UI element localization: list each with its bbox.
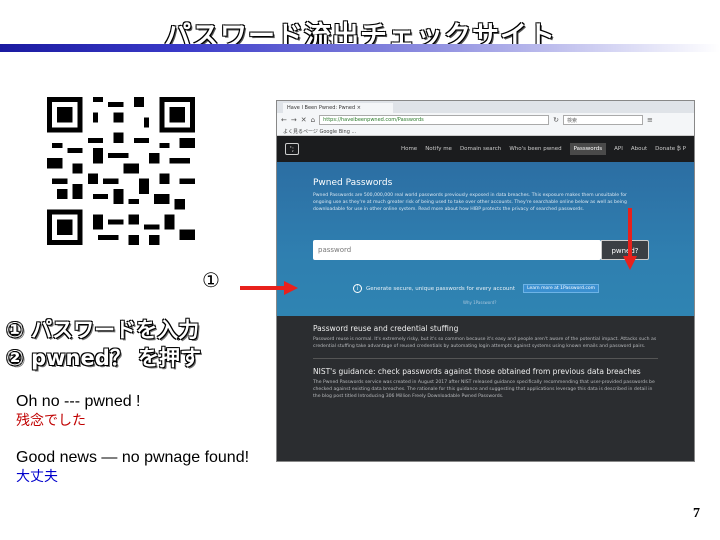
nav-link-domain-search[interactable]: Domain search [460, 146, 501, 152]
result-safe-jp: 大丈夫 [16, 468, 58, 484]
browser-search-input[interactable]: 検索 [562, 115, 643, 125]
site-nav-links: Home Notify me Domain search Who's been … [401, 143, 686, 155]
step-marker-1: ① [202, 268, 220, 292]
arrow-to-password-input [240, 281, 298, 295]
close-icon[interactable]: ✕ [301, 116, 307, 124]
nav-link-passwords[interactable]: Passwords [569, 143, 607, 155]
nav-link-whos-been-pwned[interactable]: Who's been pwned [509, 146, 561, 152]
result-pwned-jp: 残念でした [16, 412, 86, 428]
result-pwned-en: Oh no --- pwned ! [16, 393, 141, 410]
hero-heading: Pwned Passwords [313, 178, 393, 188]
home-icon[interactable]: ⌂ [311, 116, 315, 124]
section-body: The Pwned Passwords service was created … [313, 380, 655, 399]
arrow-to-pwned-button [623, 208, 637, 270]
title-underline [0, 44, 720, 52]
section-heading: Password reuse and credential stuffing [313, 324, 459, 333]
step-2: ② pwned？ を押す [6, 346, 202, 370]
generate-text: Generate secure, unique passwords for ev… [366, 285, 516, 292]
refresh-icon[interactable]: ↻ [553, 116, 559, 124]
learn-more-button[interactable]: Learn more at 1Password.com [523, 284, 600, 293]
section-body: Password reuse is normal. It's extremely… [313, 337, 657, 349]
browser-tab[interactable]: Have I Been Pwned: Pwned × [283, 103, 393, 113]
nav-link-api[interactable]: API [614, 146, 623, 152]
section-heading: NIST's guidance: check passwords against… [313, 367, 641, 376]
browser-tab-bar: Have I Been Pwned: Pwned × [277, 101, 694, 113]
content-section: Password reuse and credential stuffing P… [277, 316, 694, 358]
qr-code [47, 97, 195, 245]
instruction-steps: ① パスワードを入力 ② pwned？ を押す [6, 316, 201, 372]
result-safe-en: Good news — no pwnage found! [16, 449, 250, 466]
password-input[interactable]: password [313, 240, 601, 260]
site-logo-icon[interactable]: '; [285, 143, 299, 155]
site-nav: '; Home Notify me Domain search Who's be… [277, 136, 694, 162]
browser-toolbar: ← → ✕ ⌂ https://haveibeenpwned.com/Passw… [277, 113, 694, 127]
hero-description: Pwned Passwords are 500,000,000 real wor… [313, 193, 627, 212]
why-link[interactable]: Why 1Password? [463, 300, 496, 305]
content-section: NIST's guidance: check passwords against… [277, 359, 694, 408]
info-icon: i [353, 284, 362, 293]
result-messages: Oh no --- pwned ! 残念でした Good news — no p… [16, 393, 266, 485]
nav-link-home[interactable]: Home [401, 146, 417, 152]
nav-link-notify[interactable]: Notify me [425, 146, 452, 152]
generate-passwords-banner: i Generate secure, unique passwords for … [353, 284, 600, 293]
nav-link-about[interactable]: About [631, 146, 647, 152]
bookmarks-bar: よく見るページ Google Bing ... [277, 127, 694, 136]
browser-screenshot: Have I Been Pwned: Pwned × ← → ✕ ⌂ https… [276, 100, 695, 462]
menu-icon[interactable]: ≡ [647, 116, 653, 124]
address-bar[interactable]: https://haveibeenpwned.com/Passwords [319, 115, 550, 125]
page-number: 7 [693, 506, 700, 521]
nav-link-donate[interactable]: Donate ₿ P [655, 146, 686, 152]
back-icon[interactable]: ← [281, 116, 287, 124]
step-1: ① パスワードを入力 [6, 318, 200, 342]
forward-icon[interactable]: → [291, 116, 297, 124]
